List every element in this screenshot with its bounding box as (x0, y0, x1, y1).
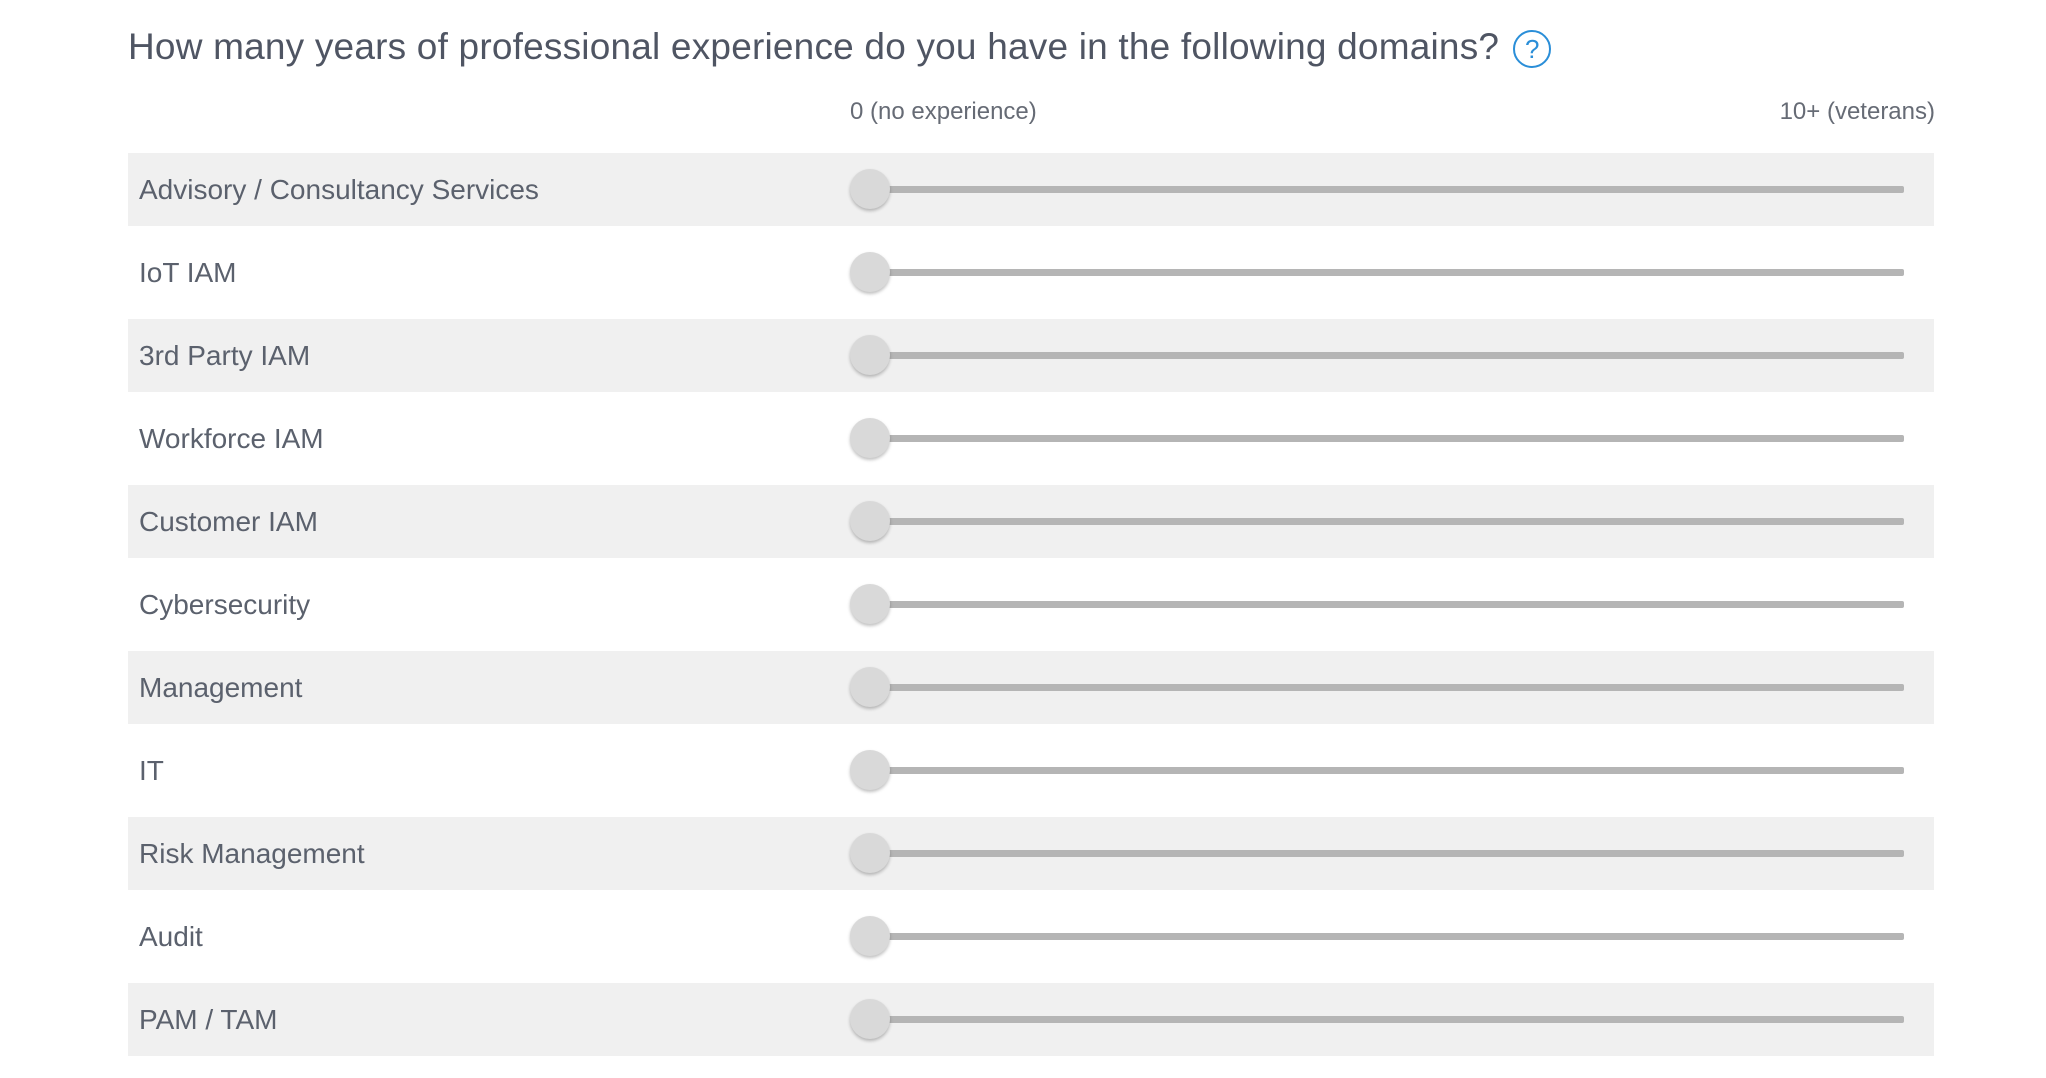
slider-track[interactable] (870, 684, 1904, 691)
slider-handle[interactable] (850, 584, 890, 624)
row-label: Audit (139, 921, 203, 952)
domain-row-it: IT (128, 734, 1934, 807)
slider-handle[interactable] (850, 750, 890, 790)
row-label: 3rd Party IAM (139, 340, 311, 371)
slider-track[interactable] (870, 186, 1904, 193)
row-label: Advisory / Consultancy Services (139, 174, 539, 205)
slider-track[interactable] (870, 435, 1904, 442)
row-label: Workforce IAM (139, 423, 324, 454)
slider-handle[interactable] (850, 335, 890, 375)
row-label: IoT IAM (139, 257, 237, 288)
slider-handle[interactable] (850, 999, 890, 1039)
slider-handle[interactable] (850, 667, 890, 707)
slider-track[interactable] (870, 933, 1904, 940)
experience-slider[interactable] (850, 750, 1904, 790)
slider-track[interactable] (870, 601, 1904, 608)
slider-handle[interactable] (850, 501, 890, 541)
domain-row-advisory: Advisory / Consultancy Services (128, 153, 1934, 226)
domain-row-customer-iam: Customer IAM (128, 485, 1934, 558)
help-icon[interactable]: ? (1513, 30, 1552, 68)
question-header: How many years of professional experienc… (128, 20, 1552, 74)
slider-handle[interactable] (850, 833, 890, 873)
row-label: Risk Management (139, 838, 365, 869)
row-label: PAM / TAM (139, 1004, 278, 1035)
experience-slider[interactable] (850, 252, 1904, 292)
experience-slider[interactable] (850, 418, 1904, 458)
row-label: Cybersecurity (139, 589, 311, 620)
slider-track[interactable] (870, 269, 1904, 276)
scale-max-label: 10+ (veterans) (1779, 98, 1935, 125)
domain-row-3rd-party-iam: 3rd Party IAM (128, 319, 1934, 392)
experience-slider[interactable] (850, 501, 1904, 541)
domain-row-cybersecurity: Cybersecurity (128, 568, 1934, 641)
slider-track[interactable] (870, 352, 1904, 359)
slider-track[interactable] (870, 1016, 1904, 1023)
slider-track[interactable] (870, 850, 1904, 857)
domain-row-management: Management (128, 651, 1934, 724)
experience-slider[interactable] (850, 584, 1904, 624)
slider-handle[interactable] (850, 252, 890, 292)
domain-row-pam-tam: PAM / TAM (128, 983, 1934, 1056)
domain-slider-list: Advisory / Consultancy Services IoT IAM … (128, 153, 1934, 1066)
slider-handle[interactable] (850, 169, 890, 209)
row-label: Customer IAM (139, 506, 318, 537)
experience-slider[interactable] (850, 916, 1904, 956)
slider-track[interactable] (870, 767, 1904, 774)
experience-slider[interactable] (850, 169, 1904, 209)
scale-min-label: 0 (no experience) (850, 98, 1037, 125)
row-label: IT (139, 755, 164, 786)
experience-slider[interactable] (850, 335, 1904, 375)
experience-slider[interactable] (850, 833, 1904, 873)
domain-row-risk-management: Risk Management (128, 817, 1934, 890)
question-title: How many years of professional experienc… (128, 26, 1500, 67)
slider-track[interactable] (870, 518, 1904, 525)
row-label: Management (139, 672, 303, 703)
experience-slider[interactable] (850, 999, 1904, 1039)
experience-slider[interactable] (850, 667, 1904, 707)
domain-row-iot-iam: IoT IAM (128, 236, 1934, 309)
domain-row-workforce-iam: Workforce IAM (128, 402, 1934, 475)
slider-handle[interactable] (850, 418, 890, 458)
domain-row-audit: Audit (128, 900, 1934, 973)
slider-handle[interactable] (850, 916, 890, 956)
